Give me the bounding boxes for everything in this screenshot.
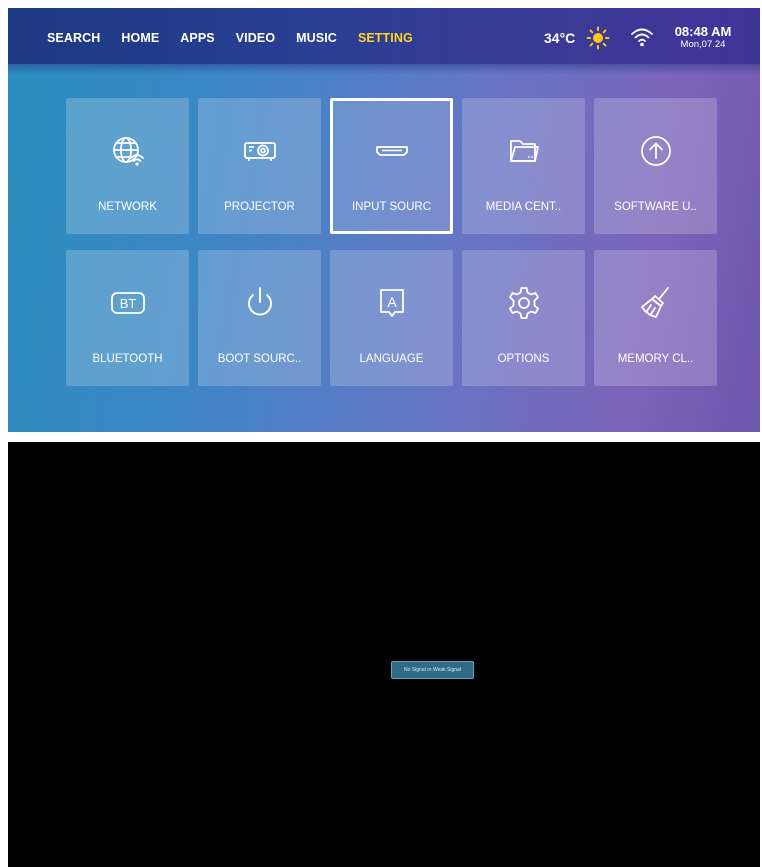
nav-search[interactable]: SEARCH — [47, 30, 100, 46]
nav-video[interactable]: VIDEO — [236, 30, 275, 46]
tile-label: LANGUAGE — [359, 353, 424, 365]
wifi-icon — [631, 28, 653, 47]
clock-date: Mon,07.24 — [680, 39, 726, 50]
nav-music[interactable]: MUSIC — [296, 30, 337, 46]
no-signal-message: No Signal or Weak Signal — [391, 661, 474, 679]
power-icon — [247, 287, 272, 316]
folder-icon — [509, 140, 539, 162]
tile-label: SOFTWARE U.. — [614, 201, 697, 213]
clock-time: 08:48 AM — [674, 24, 732, 39]
tile-boot-source[interactable]: BOOT SOURC.. — [198, 250, 321, 386]
top-nav: SEARCH HOME APPS VIDEO MUSIC SETTING — [47, 30, 434, 46]
svg-text:BT: BT — [119, 296, 136, 311]
tile-label: INPUT SOURC — [351, 201, 432, 213]
projector-icon — [243, 142, 276, 161]
settings-screen: SEARCH HOME APPS VIDEO MUSIC SETTING 34°… — [8, 8, 760, 432]
language-a-icon: A — [379, 289, 404, 317]
tile-memory-cleaner[interactable]: MEMORY CL.. — [594, 250, 717, 386]
hdmi-icon — [375, 146, 408, 156]
gear-icon — [508, 287, 539, 319]
tile-software-update[interactable]: SOFTWARE U.. — [594, 98, 717, 234]
tile-label: BLUETOOTH — [92, 353, 163, 365]
tile-label: NETWORK — [98, 201, 157, 213]
tile-network[interactable]: NETWORK — [66, 98, 189, 234]
temperature: 34°C — [544, 30, 576, 46]
tile-language[interactable]: A LANGUAGE — [330, 250, 453, 386]
tile-label: OPTIONS — [497, 353, 550, 365]
tile-input-source[interactable]: INPUT SOURC — [330, 98, 453, 234]
tile-label: PROJECTOR — [224, 201, 295, 213]
tile-label: MEMORY CL.. — [617, 353, 694, 365]
nav-home[interactable]: HOME — [121, 30, 159, 46]
no-signal-screen: No Signal or Weak Signal — [8, 442, 760, 867]
settings-grid: NETWORK PROJECTOR INPUT SOURC MEDIA CENT… — [66, 98, 718, 386]
nav-setting[interactable]: SETTING — [358, 30, 413, 46]
svg-text:A: A — [387, 294, 397, 310]
globe-wifi-icon — [112, 137, 144, 166]
sun-icon — [586, 26, 610, 50]
tile-bluetooth[interactable]: BT BLUETOOTH — [66, 250, 189, 386]
upload-arrow-icon — [640, 136, 671, 166]
tile-options[interactable]: OPTIONS — [462, 250, 585, 386]
tile-media-center[interactable]: MEDIA CENT.. — [462, 98, 585, 234]
tile-projector[interactable]: PROJECTOR — [198, 98, 321, 234]
broom-icon — [640, 287, 669, 318]
bluetooth-bt-icon: BT — [110, 292, 145, 314]
nav-apps[interactable]: APPS — [180, 30, 214, 46]
tile-label: MEDIA CENT.. — [485, 201, 562, 213]
tile-label: BOOT SOURC.. — [217, 353, 302, 365]
